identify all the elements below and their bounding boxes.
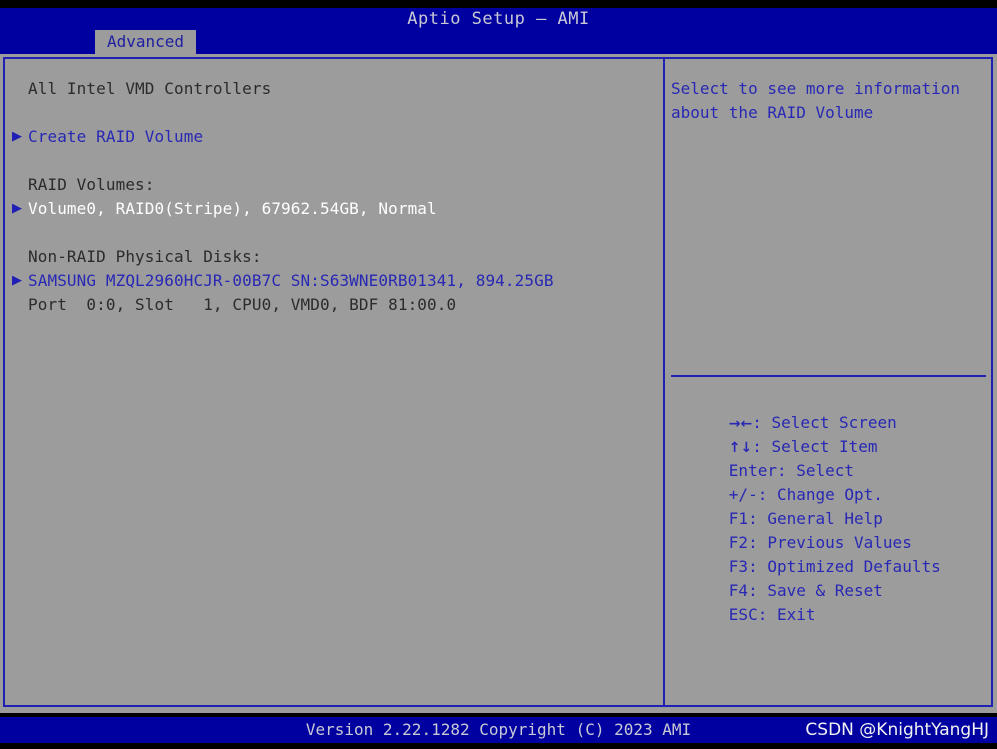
menu-item-create-raid-volume[interactable]: Create RAID Volume bbox=[28, 125, 203, 149]
menu-item-volume0[interactable]: Volume0, RAID0(Stripe), 67962.54GB, Norm… bbox=[28, 197, 437, 221]
bios-setup-screen: Aptio Setup – AMI Advanced All Intel VMD… bbox=[0, 0, 997, 749]
panel-divider bbox=[663, 57, 665, 707]
key-hint-select-screen: →←: Select Screen bbox=[671, 387, 897, 432]
key-hint-general-help: F1: General Help bbox=[671, 483, 883, 528]
menu-item-samsung-disk[interactable]: SAMSUNG MZQL2960HCJR-00B7C SN:S63WNE0RB0… bbox=[28, 269, 554, 293]
settings-list-panel: All Intel VMD Controllers ▶ Create RAID … bbox=[6, 59, 661, 705]
help-description-line-1: Select to see more information bbox=[671, 79, 960, 98]
key-hint-select-item: ↑↓: Select Item bbox=[671, 411, 878, 456]
controllers-heading: All Intel VMD Controllers bbox=[28, 79, 272, 98]
key-hint-enter: Enter: Select bbox=[671, 435, 854, 480]
non-raid-disks-heading: Non-RAID Physical Disks: bbox=[28, 247, 262, 266]
help-divider bbox=[671, 375, 986, 377]
page-title: Aptio Setup – AMI bbox=[407, 9, 590, 29]
key-hint-previous-values: F2: Previous Values bbox=[671, 507, 912, 552]
raid-volumes-heading: RAID Volumes: bbox=[28, 175, 155, 194]
menu-tab-bar: Advanced bbox=[0, 30, 997, 54]
disk-detail-line: Port 0:0, Slot 1, CPU0, VMD0, BDF 81:00.… bbox=[28, 295, 457, 314]
key-hint-exit: ESC: Exit bbox=[671, 579, 816, 624]
submenu-arrow-icon-create-raid: ▶ bbox=[12, 129, 22, 144]
key-hint-label: : Exit bbox=[757, 605, 816, 624]
footer-watermark: CSDN @KnightYangHJ bbox=[805, 720, 989, 740]
key-name: ESC bbox=[728, 605, 758, 624]
help-panel: Select to see more information about the… bbox=[668, 59, 992, 705]
help-description-line-2: about the RAID Volume bbox=[671, 103, 874, 122]
key-hint-change-opt: +/-: Change Opt. bbox=[671, 459, 883, 504]
submenu-arrow-icon-volume0: ▶ bbox=[12, 201, 22, 216]
key-hint-save-reset: F4: Save & Reset bbox=[671, 555, 883, 600]
key-hint-optimized-defaults: F3: Optimized Defaults bbox=[671, 531, 941, 576]
submenu-arrow-icon-samsung-disk: ▶ bbox=[12, 273, 22, 288]
tab-advanced[interactable]: Advanced bbox=[95, 30, 197, 54]
